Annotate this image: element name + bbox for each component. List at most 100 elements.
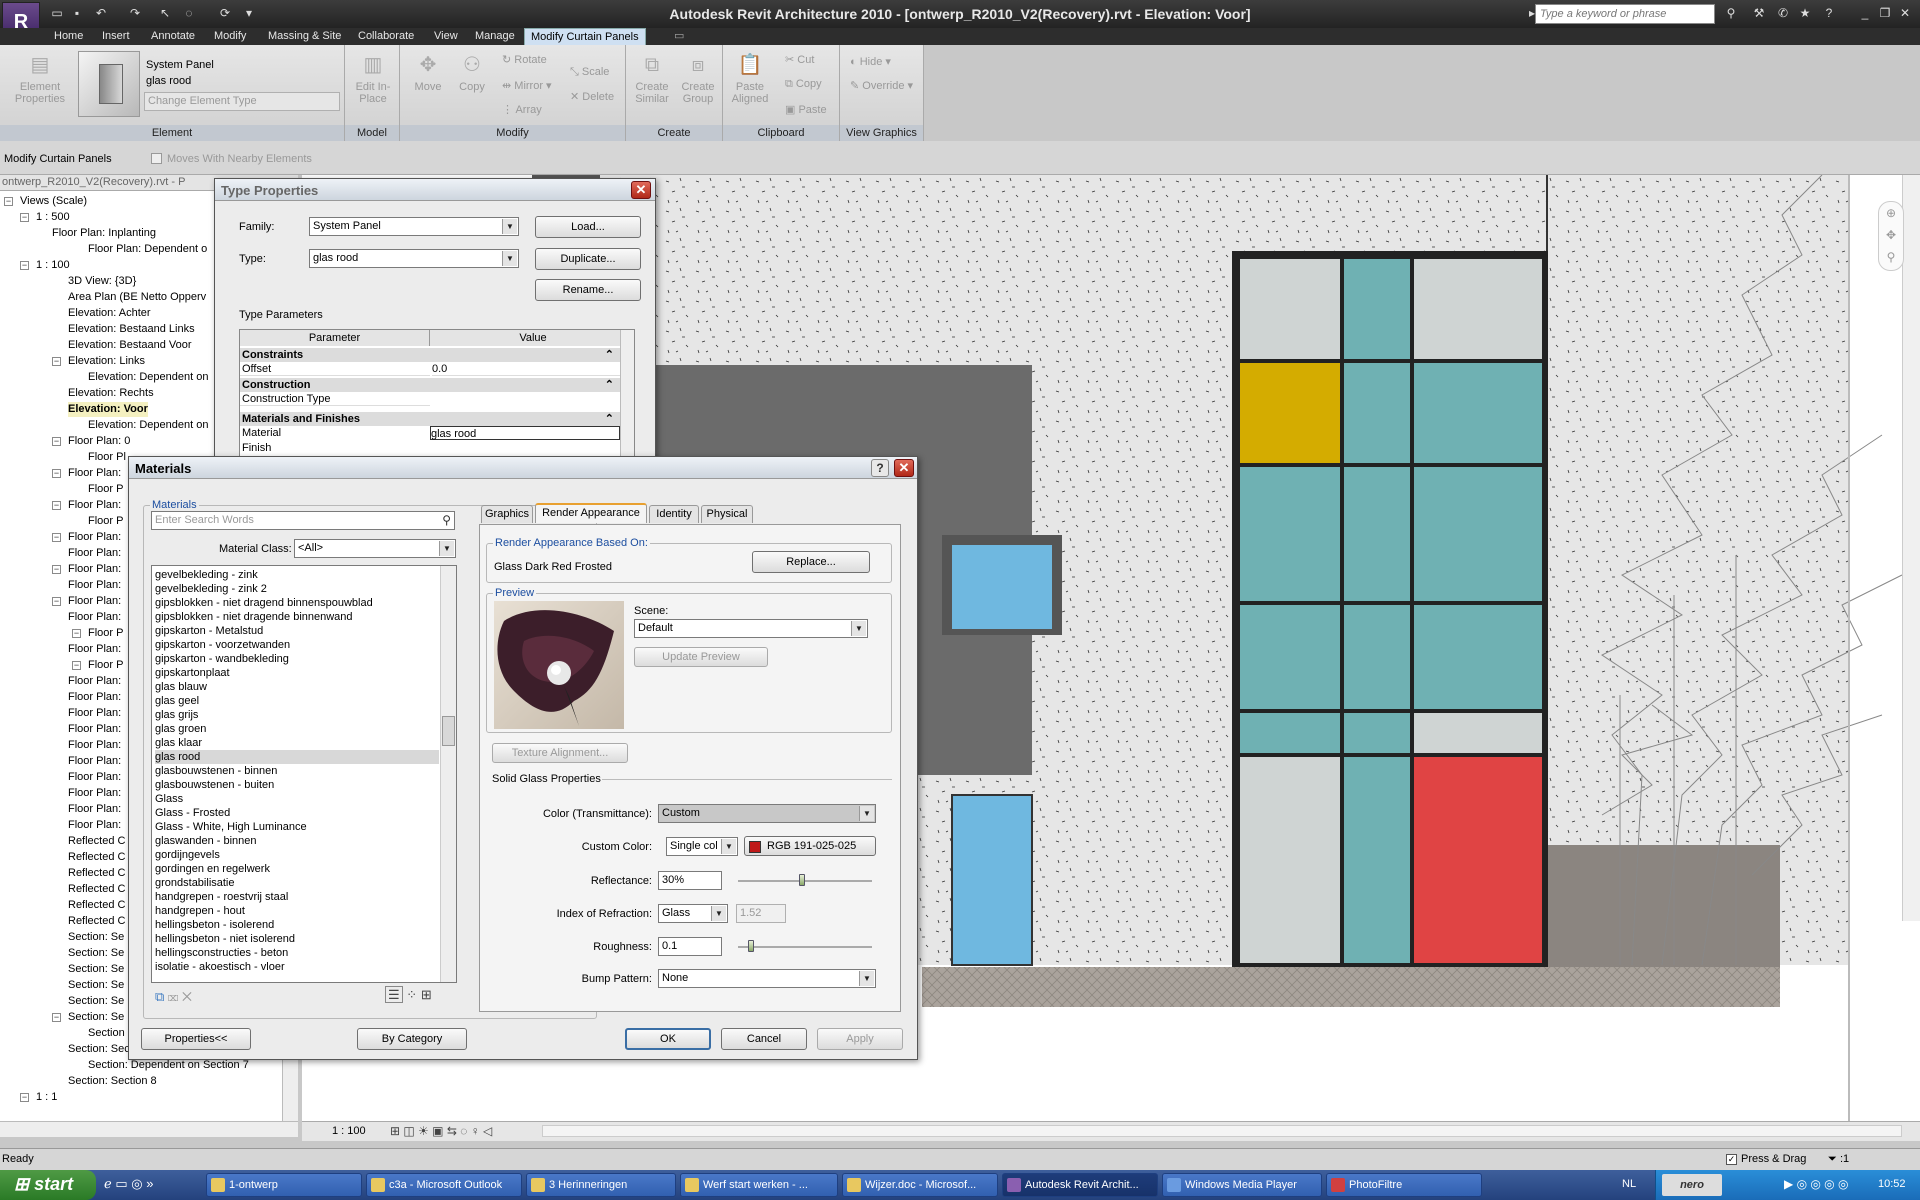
tray-icons[interactable]: ▶ ◎ ◎ ◎ ◎	[1784, 1177, 1848, 1191]
paste-aligned-button[interactable]: 📋 Paste Aligned	[727, 53, 773, 105]
browser-node[interactable]: Reflected C	[68, 834, 125, 849]
browser-node[interactable]: 1 : 100	[36, 258, 70, 273]
tab-render-appearance[interactable]: Render Appearance	[535, 503, 647, 523]
grid-scrollbar[interactable]	[620, 330, 634, 468]
material-list-item[interactable]: gipskarton - Metalstud	[155, 624, 263, 638]
material-action-icons[interactable]: ⧉ ⌧ ✕	[155, 989, 192, 1005]
tab-insert[interactable]: Insert	[96, 28, 136, 45]
browser-node[interactable]: Elevation: Dependent on	[88, 418, 208, 433]
ior-type-dropdown[interactable]: Glass ▼	[658, 904, 728, 923]
sync-icon[interactable]: ⟳	[216, 4, 234, 22]
material-list-item[interactable]: glasbouwstenen - binnen	[155, 764, 277, 778]
cut-button[interactable]: ✂ Cut	[785, 53, 814, 66]
material-search-input[interactable]: Enter Search Words ⚲	[151, 511, 455, 530]
browser-node[interactable]: Views (Scale)	[20, 194, 87, 209]
quick-launch-more-icon[interactable]: »	[146, 1176, 153, 1191]
browser-node[interactable]: Section: Se	[68, 1010, 124, 1025]
canvas-hscrollbar[interactable]	[542, 1125, 1902, 1137]
tab-view[interactable]: View	[428, 28, 464, 45]
material-list-item[interactable]: gipskartonplaat	[155, 666, 230, 680]
delete-material-icon[interactable]: ✕	[182, 989, 192, 1004]
browser-node[interactable]: Section: Dependent on Section 7	[88, 1058, 249, 1073]
family-dropdown[interactable]: System Panel ▼	[309, 217, 519, 236]
material-list-item[interactable]: hellingsconstructies - beton	[155, 946, 288, 960]
delete-button[interactable]: ✕ Delete	[570, 90, 614, 103]
task-item[interactable]: Werf start werken - ...	[680, 1173, 838, 1197]
material-list-item[interactable]: glas groen	[155, 722, 206, 736]
select-icon[interactable]: ↖	[156, 4, 174, 22]
browser-node[interactable]: Section: Se	[68, 962, 124, 977]
task-item-active[interactable]: Autodesk Revit Archit...	[1002, 1173, 1158, 1197]
ior-value-input[interactable]: 1.52	[736, 904, 786, 923]
tree-expander-icon[interactable]: −	[52, 1013, 61, 1022]
rename-material-icon[interactable]: ⌧	[168, 989, 178, 1004]
help-search-input[interactable]: Type a keyword or phrase	[1535, 4, 1715, 24]
qat-dropdown-icon[interactable]: ▾	[240, 4, 258, 22]
type-dropdown[interactable]: glas rood ▼	[309, 249, 519, 268]
reflectance-input[interactable]: 30%	[658, 871, 722, 890]
tab-identity[interactable]: Identity	[649, 505, 699, 523]
canvas-vscrollbar[interactable]	[1902, 175, 1920, 921]
properties-toggle-button[interactable]: Properties<<	[141, 1028, 251, 1050]
browser-node[interactable]: Elevation: Achter	[68, 306, 151, 321]
material-list-item[interactable]: Glass - White, High Luminance	[155, 820, 307, 834]
tree-expander-icon[interactable]: −	[52, 501, 61, 510]
browser-node[interactable]: Floor Plan:	[68, 770, 121, 785]
cancel-button[interactable]: Cancel	[721, 1028, 807, 1050]
redo-icon[interactable]: ↷	[126, 4, 144, 22]
task-item[interactable]: c3a - Microsoft Outlook	[366, 1173, 522, 1197]
array-button[interactable]: ⋮ Array	[502, 103, 542, 116]
tree-expander-icon[interactable]: −	[52, 437, 61, 446]
override-button[interactable]: ✎ Override ▾	[850, 79, 913, 92]
materials-listbox[interactable]: gevelbekleding - zink gevelbekleding - zi…	[151, 565, 457, 983]
undo-icon[interactable]: ↶	[92, 4, 110, 22]
browser-node[interactable]: Section: Se	[68, 978, 124, 993]
apply-button[interactable]: Apply	[817, 1028, 903, 1050]
communication-icon[interactable]: ✆	[1774, 4, 1792, 22]
list-view-icons[interactable]: ☰ ⁘ ⊞	[385, 986, 455, 1007]
moves-with-checkbox[interactable]	[151, 153, 162, 164]
tab-collaborate[interactable]: Collaborate	[352, 28, 420, 45]
tab-physical[interactable]: Physical	[701, 505, 753, 523]
browser-node[interactable]: Floor Plan:	[68, 466, 121, 481]
browser-node[interactable]: Reflected C	[68, 914, 125, 929]
browser-node[interactable]: Floor P	[88, 658, 123, 673]
material-list-item[interactable]: gipsblokken - niet dragend binnenspouwbl…	[155, 596, 373, 610]
materials-close-button[interactable]: ✕	[894, 459, 914, 477]
binoculars-icon[interactable]: ⚲	[1722, 4, 1740, 22]
change-element-type-dropdown[interactable]: Change Element Type	[144, 92, 340, 111]
browser-node[interactable]: Floor P	[88, 626, 123, 641]
browser-node[interactable]: Section: Se	[68, 946, 124, 961]
browser-node[interactable]: Floor Plan:	[68, 738, 121, 753]
tree-expander-icon[interactable]: −	[72, 629, 81, 638]
restore-icon[interactable]: ❐	[1876, 4, 1894, 22]
scene-dropdown[interactable]: Default ▼	[634, 619, 868, 638]
custom-color-mode-dropdown[interactable]: Single col ▼	[666, 837, 738, 856]
task-item[interactable]: 3 Herinneringen	[526, 1173, 676, 1197]
steering-wheel[interactable]: ⊕ ✥ ⚲	[1878, 201, 1904, 271]
tab-annotate[interactable]: Annotate	[145, 28, 201, 45]
browser-node[interactable]: Floor P	[88, 514, 123, 529]
help-button[interactable]: ?	[871, 459, 889, 477]
detail-level-icon[interactable]: ⊞ ◫ ☀ ▣ ⇆ ◌ ♀ ◁	[390, 1124, 492, 1138]
folder-icon[interactable]: ▭	[115, 1176, 127, 1191]
material-list-item[interactable]: grondstabilisatie	[155, 876, 235, 890]
browser-node[interactable]: Section: Se	[68, 994, 124, 1009]
duplicate-button[interactable]: Duplicate...	[535, 248, 641, 270]
minimize-icon[interactable]: _	[1856, 4, 1874, 22]
material-list-item[interactable]: gipskarton - wandbekleding	[155, 652, 289, 666]
edit-in-place-button[interactable]: ▥ Edit In-Place	[349, 53, 397, 105]
browser-node[interactable]: Reflected C	[68, 898, 125, 913]
tree-expander-icon[interactable]: −	[52, 597, 61, 606]
browser-node[interactable]: Floor Pl	[88, 450, 126, 465]
language-indicator[interactable]: NL	[1622, 1178, 1636, 1190]
material-list-item[interactable]: handgrepen - hout	[155, 904, 245, 918]
browser-node[interactable]: Floor Plan:	[68, 754, 121, 769]
browser-node[interactable]: Section: Section 8	[68, 1074, 157, 1089]
press-drag-checkbox[interactable]: ✓	[1726, 1154, 1737, 1165]
material-list-item[interactable]: hellingsbeton - niet isolerend	[155, 932, 295, 946]
list-view-icon[interactable]: ☰	[385, 986, 403, 1003]
scale-button[interactable]: ⤡ Scale	[570, 66, 609, 79]
element-properties-button[interactable]: ▤ Element Properties	[8, 53, 72, 105]
load-button[interactable]: Load...	[535, 216, 641, 238]
